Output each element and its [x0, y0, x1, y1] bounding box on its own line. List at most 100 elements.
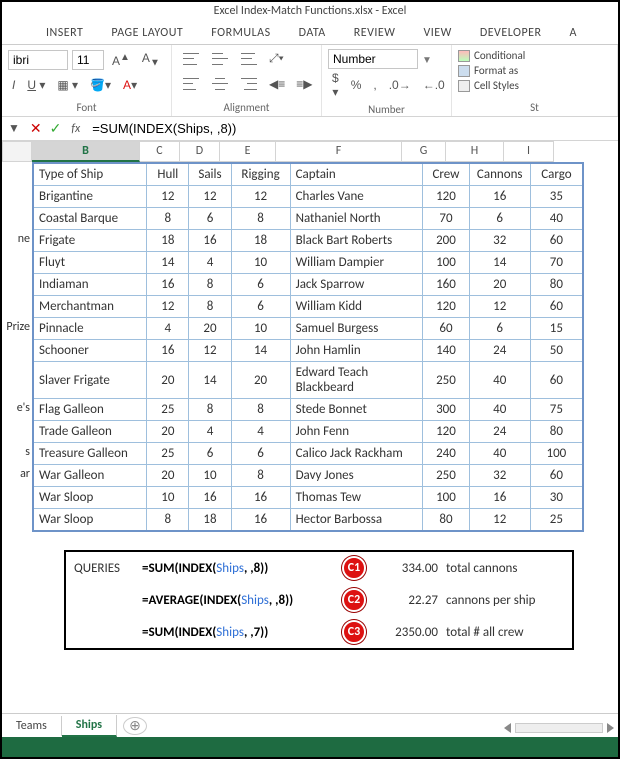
font-name-combo[interactable]	[8, 50, 68, 70]
cell[interactable]: 16	[231, 509, 290, 532]
cell[interactable]: 80	[423, 509, 469, 532]
font-size-combo[interactable]	[72, 50, 104, 70]
cell[interactable]: 6	[189, 443, 231, 465]
header-rigging[interactable]: Rigging	[231, 163, 290, 186]
cell[interactable]: 20	[147, 465, 189, 487]
scroll-left-icon[interactable]	[504, 723, 511, 733]
cell[interactable]: 32	[469, 230, 530, 252]
cell[interactable]: 12	[189, 186, 231, 208]
cell[interactable]: 16	[231, 487, 290, 509]
query-formula-1[interactable]: =SUM(INDEX(Ships, ,8))	[142, 561, 342, 576]
cell[interactable]: 250	[423, 465, 469, 487]
cell[interactable]: Stede Bonnet	[290, 399, 423, 421]
formula-input[interactable]	[86, 119, 618, 138]
tab-view[interactable]: VIEW	[409, 22, 465, 44]
cell[interactable]: 6	[469, 318, 530, 340]
cell[interactable]: Jack Sparrow	[290, 274, 423, 296]
cell[interactable]: 6	[231, 274, 290, 296]
table-row[interactable]: Slaver Frigate201420Edward Teach Blackbe…	[33, 362, 583, 399]
cell[interactable]: 120	[423, 421, 469, 443]
cell[interactable]: 16	[147, 340, 189, 362]
align-left-button[interactable]	[178, 75, 204, 93]
cell[interactable]: Nathaniel North	[290, 208, 423, 230]
col-header-d[interactable]: D	[180, 141, 220, 162]
align-bottom-button[interactable]	[236, 49, 262, 68]
cell[interactable]: 80	[530, 421, 583, 443]
cell[interactable]: 80	[530, 274, 583, 296]
table-row[interactable]: Schooner161214John Hamlin1402450	[33, 340, 583, 362]
cell[interactable]: 160	[423, 274, 469, 296]
cell[interactable]: 10	[189, 465, 231, 487]
cell[interactable]: Fluyt	[33, 252, 147, 274]
cell[interactable]: 12	[189, 340, 231, 362]
accept-icon[interactable]: ✓	[46, 120, 66, 137]
cell[interactable]: Hector Barbossa	[290, 509, 423, 532]
col-header-b[interactable]: B	[32, 141, 140, 162]
cell[interactable]: 8	[189, 296, 231, 318]
cell[interactable]: 16	[189, 230, 231, 252]
increase-font-button[interactable]: A▲	[108, 50, 134, 70]
align-top-button[interactable]	[178, 49, 204, 68]
cell[interactable]: 10	[231, 318, 290, 340]
cell[interactable]: 20	[189, 318, 231, 340]
cell[interactable]: 32	[469, 465, 530, 487]
cell[interactable]: 18	[231, 230, 290, 252]
cell[interactable]: 8	[147, 208, 189, 230]
cell[interactable]: 4	[189, 252, 231, 274]
cell[interactable]: 12	[469, 509, 530, 532]
header-crew[interactable]: Crew	[423, 163, 469, 186]
cell[interactable]: 8	[189, 274, 231, 296]
cell[interactable]: 60	[530, 362, 583, 399]
select-all-corner[interactable]	[2, 141, 32, 162]
cell[interactable]: 250	[423, 362, 469, 399]
header-sails[interactable]: Sails	[189, 163, 231, 186]
header-type[interactable]: Type of Ship	[33, 163, 147, 186]
align-middle-button[interactable]	[207, 49, 233, 68]
header-hull[interactable]: Hull	[147, 163, 189, 186]
decrease-indent-button[interactable]: ◀≡	[265, 75, 289, 93]
cell[interactable]: 8	[231, 465, 290, 487]
table-row[interactable]: Flag Galleon2588Stede Bonnet3004075	[33, 399, 583, 421]
cell[interactable]: Black Bart Roberts	[290, 230, 423, 252]
cell[interactable]: 10	[231, 252, 290, 274]
cell[interactable]: Schooner	[33, 340, 147, 362]
cell[interactable]: 240	[423, 443, 469, 465]
tab-developer[interactable]: DEVELOPER	[466, 22, 556, 44]
cell[interactable]: Trade Galleon	[33, 421, 147, 443]
cell[interactable]: 14	[189, 362, 231, 399]
col-header-f[interactable]: F	[276, 141, 402, 162]
tab-insert[interactable]: INSERT	[32, 22, 97, 44]
align-center-button[interactable]	[207, 75, 233, 93]
cell[interactable]: Edward Teach Blackbeard	[290, 362, 423, 399]
dropdown-icon[interactable]: ▼	[422, 53, 432, 66]
add-sheet-button[interactable]: ⊕	[123, 717, 147, 735]
table-row[interactable]: Frigate181618Black Bart Roberts2003260	[33, 230, 583, 252]
cell[interactable]: 200	[423, 230, 469, 252]
table-row[interactable]: Trade Galleon2044John Fenn1202480	[33, 421, 583, 443]
cell[interactable]: 16	[147, 274, 189, 296]
cell[interactable]: 8	[189, 399, 231, 421]
cell[interactable]: Pinnacle	[33, 318, 147, 340]
cell[interactable]: Treasure Galleon	[33, 443, 147, 465]
sheet-tab-teams[interactable]: Teams	[2, 716, 62, 736]
borders-button[interactable]: ▦ ▾	[53, 76, 82, 94]
comma-format-button[interactable]: ,	[369, 76, 380, 94]
cell[interactable]: 4	[147, 318, 189, 340]
scroll-track[interactable]	[515, 723, 603, 733]
name-box-dropdown[interactable]: ▼	[2, 121, 26, 136]
cell[interactable]: 4	[189, 421, 231, 443]
cell[interactable]: 40	[530, 208, 583, 230]
number-format-combo[interactable]	[328, 49, 418, 69]
cell[interactable]: 20	[147, 421, 189, 443]
cell[interactable]: Samuel Burgess	[290, 318, 423, 340]
cell[interactable]: Frigate	[33, 230, 147, 252]
cell[interactable]: 16	[189, 487, 231, 509]
cell[interactable]: Charles Vane	[290, 186, 423, 208]
tab-more[interactable]: A	[556, 22, 591, 44]
tab-review[interactable]: REVIEW	[340, 22, 410, 44]
cell[interactable]: Brigantine	[33, 186, 147, 208]
italic-button[interactable]: I	[8, 76, 19, 94]
cell[interactable]: 70	[530, 252, 583, 274]
cell[interactable]: 12	[469, 296, 530, 318]
tab-data[interactable]: DATA	[285, 22, 340, 44]
